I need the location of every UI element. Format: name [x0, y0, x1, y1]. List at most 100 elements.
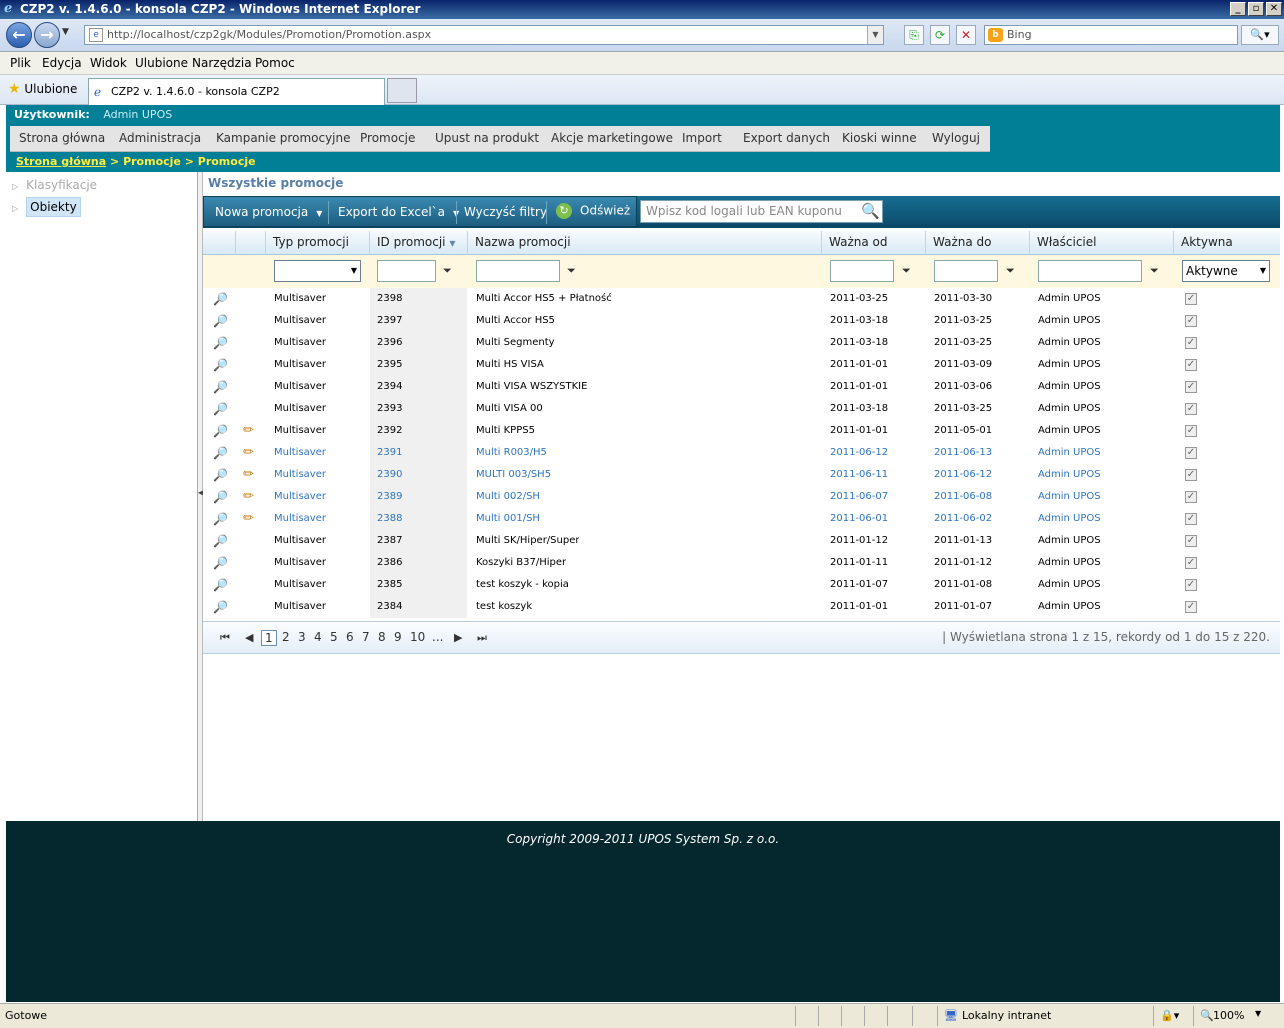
forward-button[interactable]: →	[34, 22, 60, 48]
page-link[interactable]: 7	[362, 630, 370, 644]
page-link[interactable]: 5	[330, 630, 338, 644]
owner-filter-input[interactable]	[1038, 260, 1142, 282]
view-details-icon[interactable]: 🔎	[213, 574, 228, 596]
first-page-button[interactable]: ⏮	[220, 631, 230, 645]
view-details-icon[interactable]: 🔎	[213, 596, 228, 618]
filter-icon[interactable]: ⏷	[567, 264, 576, 278]
page-link[interactable]: 4	[314, 630, 322, 644]
favorites-button[interactable]: ★ Ulubione	[8, 81, 77, 97]
menu-favorites[interactable]: Ulubione	[135, 56, 188, 70]
view-details-icon[interactable]: 🔎	[213, 376, 228, 398]
filter-icon[interactable]: ⏷	[902, 264, 911, 278]
col-valid-to[interactable]: Ważna do	[926, 231, 1030, 255]
filter-icon[interactable]: ⏷	[1006, 264, 1015, 278]
col-id[interactable]: ID promocji ▼	[370, 231, 468, 255]
nav-campaigns[interactable]: Kampanie promocyjne	[216, 131, 351, 145]
menu-file[interactable]: Plik	[10, 56, 31, 70]
nav-promotions[interactable]: Promocje	[360, 131, 415, 145]
nav-administration[interactable]: Administracja	[119, 131, 201, 145]
zoom-dropdown-icon[interactable]: ▼	[1255, 1009, 1261, 1018]
col-owner[interactable]: Właściciel	[1030, 231, 1174, 255]
nav-home[interactable]: Strona główna	[19, 131, 105, 145]
back-button[interactable]: ←	[6, 22, 32, 48]
view-details-icon[interactable]: 🔎	[213, 398, 228, 420]
nav-import[interactable]: Import	[682, 131, 722, 145]
nav-marketing[interactable]: Akcje marketingowe	[551, 131, 673, 145]
edit-pencil-icon[interactable]: ✏	[243, 508, 254, 530]
browser-tab[interactable]: ℯ CZP2 v. 1.4.6.0 - konsola CZP2	[88, 78, 385, 105]
table-row[interactable]: 🔎 ✏ Multisaver 2390 MULTI 003/SH5 2011-06-11 2…	[203, 464, 1280, 486]
nav-export[interactable]: Export danych	[743, 131, 830, 145]
view-details-icon[interactable]: 🔎	[213, 508, 228, 530]
view-details-icon[interactable]: 🔎	[213, 442, 228, 464]
filter-icon[interactable]: ⏷	[1150, 264, 1159, 278]
table-row[interactable]: 🔎 Multisaver 2385 test koszyk - kopia 2011-0…	[203, 574, 1280, 596]
expand-icon[interactable]: ▷	[12, 204, 18, 213]
table-row[interactable]: 🔎 Multisaver 2395 Multi HS VISA 2011-01-01 20…	[203, 354, 1280, 376]
to-filter-input[interactable]	[934, 260, 998, 282]
search-icon[interactable]: 🔍	[861, 201, 880, 222]
nav-logout[interactable]: Wyloguj	[932, 131, 980, 145]
menu-edit[interactable]: Edycja	[42, 56, 82, 70]
col-type[interactable]: Typ promocji	[266, 231, 370, 255]
page-link[interactable]: 1	[261, 630, 277, 646]
close-window-button[interactable]: ✕	[1266, 2, 1282, 16]
active-filter-select[interactable]: Aktywne ▼	[1182, 260, 1270, 282]
page-link[interactable]: 9	[394, 630, 402, 644]
table-row[interactable]: 🔎 Multisaver 2387 Multi SK/Hiper/Super 2011-…	[203, 530, 1280, 552]
view-details-icon[interactable]: 🔎	[213, 464, 228, 486]
table-row[interactable]: 🔎 ✏ Multisaver 2389 Multi 002/SH 2011-06-07 20…	[203, 486, 1280, 508]
table-row[interactable]: 🔎 ✏ Multisaver 2391 Multi R003/H5 2011-06-12 2…	[203, 442, 1280, 464]
filter-icon[interactable]: ⏷	[443, 264, 452, 278]
export-excel-button[interactable]: Export do Excel`a▼	[338, 205, 459, 219]
page-link[interactable]: 10	[410, 630, 425, 644]
zoom-level[interactable]: 100%	[1213, 1009, 1244, 1022]
coupon-search-input[interactable]: Wpisz kod logali lub EAN kuponu 🔍	[640, 200, 883, 223]
menu-tools[interactable]: Narzędzia	[192, 56, 252, 70]
name-filter-input[interactable]	[476, 260, 560, 282]
address-bar[interactable]: e http://localhost/czp2gk/Modules/Promot…	[84, 25, 884, 45]
edit-pencil-icon[interactable]: ✏	[243, 442, 254, 464]
menu-help[interactable]: Pomoc	[255, 56, 295, 70]
nav-product-discount[interactable]: Upust na produkt	[435, 131, 539, 145]
table-row[interactable]: 🔎 Multisaver 2396 Multi Segmenty 2011-03-18 2…	[203, 332, 1280, 354]
table-row[interactable]: 🔎 ✏ Multisaver 2388 Multi 001/SH 2011-06-01 20…	[203, 508, 1280, 530]
from-filter-input[interactable]	[830, 260, 894, 282]
search-go-button[interactable]: 🔍▾	[1241, 25, 1279, 45]
stop-icon[interactable]: ✕	[956, 25, 976, 45]
maximize-button[interactable]: ▫	[1248, 2, 1264, 16]
table-row[interactable]: 🔎 Multisaver 2384 test koszyk 2011-01-01 2011…	[203, 596, 1280, 618]
expand-icon[interactable]: ▷	[12, 182, 18, 191]
menu-view[interactable]: Widok	[90, 56, 127, 70]
view-details-icon[interactable]: 🔎	[213, 310, 228, 332]
history-dropdown-icon[interactable]: ▼	[62, 27, 69, 37]
table-row[interactable]: 🔎 Multisaver 2386 Koszyki B37/Hiper 2011-01-…	[203, 552, 1280, 574]
address-dropdown-icon[interactable]: ▼	[867, 26, 883, 44]
table-row[interactable]: 🔎 Multisaver 2397 Multi Accor HS5 2011-03-18…	[203, 310, 1280, 332]
col-valid-from[interactable]: Ważna od	[822, 231, 926, 255]
page-link[interactable]: 8	[378, 630, 386, 644]
refresh-button[interactable]: ↻ Odśwież	[556, 203, 630, 219]
table-row[interactable]: 🔎 Multisaver 2398 Multi Accor HS5 + Płatnoś…	[203, 288, 1280, 310]
breadcrumb-home[interactable]: Strona główna	[16, 155, 106, 168]
view-details-icon[interactable]: 🔎	[213, 420, 228, 442]
clear-filters-button[interactable]: Wyczyść filtry	[464, 205, 547, 219]
page-link[interactable]: ...	[432, 630, 443, 644]
edit-pencil-icon[interactable]: ✏	[243, 420, 254, 442]
view-details-icon[interactable]: 🔎	[213, 530, 228, 552]
new-tab-button[interactable]	[387, 78, 417, 103]
compatibility-icon[interactable]: ⎘	[904, 25, 924, 45]
edit-pencil-icon[interactable]: ✏	[243, 486, 254, 508]
tree-item-classifications[interactable]: ▷ Klasyfikacje	[12, 178, 97, 192]
protected-mode-icon[interactable]: 🔒▾	[1160, 1009, 1179, 1022]
col-active[interactable]: Aktywna	[1174, 231, 1280, 255]
table-row[interactable]: 🔎 Multisaver 2394 Multi VISA WSZYSTKIE 2011-…	[203, 376, 1280, 398]
tree-item-objects[interactable]: ▷ Obiekty	[12, 197, 81, 217]
view-details-icon[interactable]: 🔎	[213, 332, 228, 354]
minimize-button[interactable]: _	[1230, 2, 1246, 16]
zoom-icon[interactable]: 🔍	[1200, 1009, 1214, 1022]
view-details-icon[interactable]: 🔎	[213, 354, 228, 376]
page-link[interactable]: 2	[282, 630, 290, 644]
view-details-icon[interactable]: 🔎	[213, 552, 228, 574]
page-link[interactable]: 6	[346, 630, 354, 644]
